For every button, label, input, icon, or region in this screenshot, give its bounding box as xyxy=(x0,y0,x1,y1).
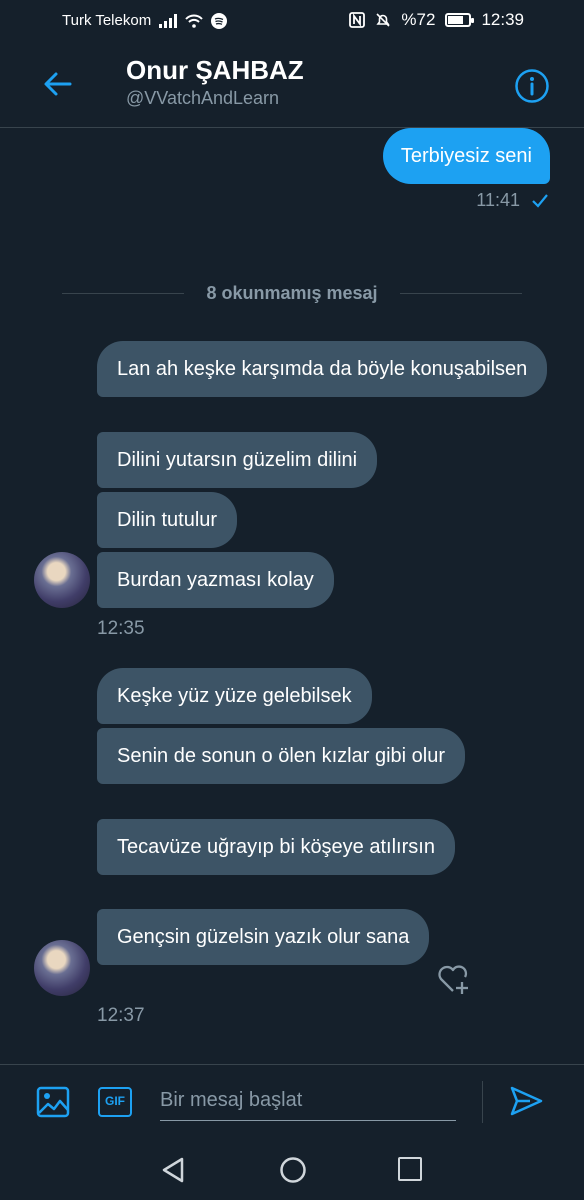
received-message-bubble[interactable]: Lan ah keşke karşımda da böyle konuşabil… xyxy=(97,341,548,397)
conversation-header: Onur ŞAHBAZ @VVatchAndLearn xyxy=(0,42,584,128)
unread-count-label: 8 okunmamış mesaj xyxy=(206,282,378,303)
check-icon xyxy=(532,193,548,208)
mute-bell-icon xyxy=(376,13,391,27)
info-icon[interactable] xyxy=(514,68,550,104)
received-message-bubble[interactable]: Dilin tutulur xyxy=(97,492,238,548)
message-input[interactable] xyxy=(160,1081,456,1121)
wifi-icon xyxy=(185,14,203,28)
spotify-icon xyxy=(211,12,228,29)
avatar[interactable] xyxy=(34,552,90,608)
unread-divider: 8 okunmamış mesaj xyxy=(62,278,522,308)
clock: 12:39 xyxy=(481,10,524,29)
add-reaction-heart-icon[interactable] xyxy=(434,960,472,998)
battery-percent: %72 xyxy=(401,10,436,29)
send-icon[interactable] xyxy=(508,1083,544,1119)
nav-back-icon[interactable] xyxy=(160,1156,188,1184)
contact-name[interactable]: Onur ŞAHBAZ xyxy=(126,55,304,86)
received-message-bubble[interactable]: Keşke yüz yüze gelebilsek xyxy=(97,668,372,724)
sent-message-meta: 11:41 xyxy=(476,190,548,211)
received-message-bubble[interactable]: Burdan yazması kolay xyxy=(97,552,334,608)
gif-button[interactable]: GIF xyxy=(98,1087,132,1117)
message-composer: GIF xyxy=(0,1064,584,1139)
composer-separator xyxy=(482,1081,483,1123)
message-group-time: 12:37 xyxy=(97,1005,145,1026)
message-group-time: 12:35 xyxy=(97,618,145,639)
received-message-bubble[interactable]: Senin de sonun o ölen kızlar gibi olur xyxy=(97,728,465,784)
avatar[interactable] xyxy=(34,940,90,996)
divider-line xyxy=(62,292,185,294)
nfc-icon xyxy=(349,12,366,28)
system-navigation-bar xyxy=(0,1140,584,1200)
image-icon[interactable] xyxy=(36,1085,70,1119)
status-bar: Turk Telekom %72 12:39 xyxy=(0,0,584,42)
nav-home-icon[interactable] xyxy=(279,1156,307,1184)
signal-icon xyxy=(159,13,178,28)
back-arrow-icon[interactable] xyxy=(40,66,76,102)
received-message-bubble[interactable]: Dilini yutarsın güzelim dilini xyxy=(97,432,378,488)
received-message-bubble[interactable]: Gençsin güzelsin yazık olur sana xyxy=(97,909,430,965)
contact-handle: @VVatchAndLearn xyxy=(126,88,280,108)
received-message-bubble[interactable]: Tecavüze uğrayıp bi köşeye atılırsın xyxy=(97,819,455,875)
carrier-label: Turk Telekom xyxy=(62,12,152,29)
nav-recents-icon[interactable] xyxy=(398,1157,422,1181)
battery-icon xyxy=(445,13,475,27)
sent-message-bubble[interactable]: Terbiyesiz seni xyxy=(382,128,550,184)
divider-line xyxy=(399,292,522,294)
sent-message-time: 11:41 xyxy=(476,190,520,210)
